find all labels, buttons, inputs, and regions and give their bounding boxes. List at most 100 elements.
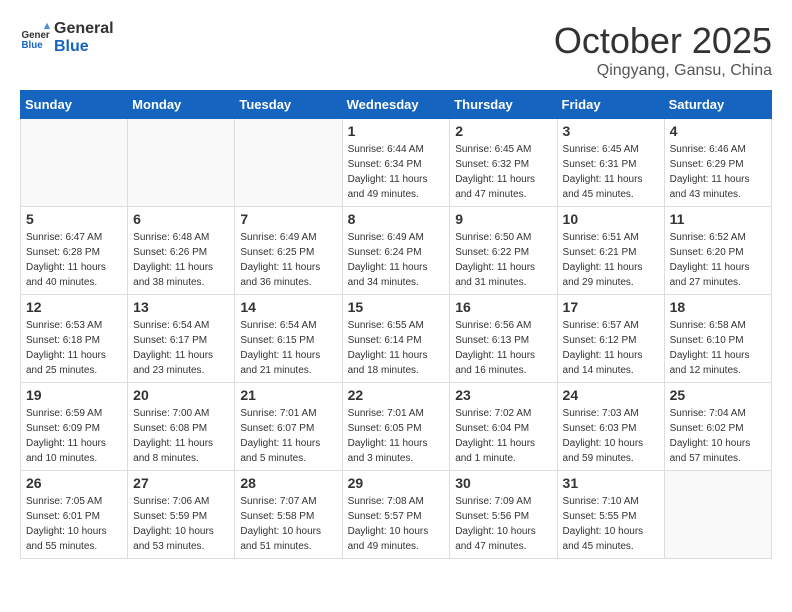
day-info: Sunrise: 7:05 AM Sunset: 6:01 PM Dayligh… — [26, 494, 122, 554]
page-header: General Blue General Blue October 2025 Q… — [20, 20, 772, 80]
calendar-cell: 17Sunrise: 6:57 AM Sunset: 6:12 PM Dayli… — [557, 295, 664, 383]
day-info: Sunrise: 6:57 AM Sunset: 6:12 PM Dayligh… — [563, 318, 659, 378]
day-number: 14 — [240, 299, 336, 315]
day-number: 3 — [563, 123, 659, 139]
calendar-cell: 11Sunrise: 6:52 AM Sunset: 6:20 PM Dayli… — [664, 207, 771, 295]
day-info: Sunrise: 7:02 AM Sunset: 6:04 PM Dayligh… — [455, 406, 551, 466]
day-info: Sunrise: 6:54 AM Sunset: 6:15 PM Dayligh… — [240, 318, 336, 378]
calendar-table: SundayMondayTuesdayWednesdayThursdayFrid… — [20, 90, 772, 559]
calendar-cell: 20Sunrise: 7:00 AM Sunset: 6:08 PM Dayli… — [128, 383, 235, 471]
day-number: 7 — [240, 211, 336, 227]
svg-text:Blue: Blue — [22, 39, 44, 50]
day-number: 27 — [133, 475, 229, 491]
day-info: Sunrise: 7:08 AM Sunset: 5:57 PM Dayligh… — [348, 494, 445, 554]
calendar-cell — [664, 471, 771, 559]
calendar-cell: 1 Sunrise: 6:44 AM Sunset: 6:34 PM Daylig… — [342, 119, 450, 207]
calendar-cell: 31Sunrise: 7:10 AM Sunset: 5:55 PM Dayli… — [557, 471, 664, 559]
day-info: Sunrise: 6:46 AM Sunset: 6:29 PM Dayligh… — [670, 142, 766, 202]
day-info: Sunrise: 7:09 AM Sunset: 5:56 PM Dayligh… — [455, 494, 551, 554]
col-header-thursday: Thursday — [450, 91, 557, 119]
week-row-2: 5 Sunrise: 6:47 AM Sunset: 6:28 PM Daylig… — [21, 207, 772, 295]
week-row-3: 12Sunrise: 6:53 AM Sunset: 6:18 PM Dayli… — [21, 295, 772, 383]
day-info: Sunrise: 6:59 AM Sunset: 6:09 PM Dayligh… — [26, 406, 122, 466]
calendar-cell: 15 Sunrise: 6:55 AM Sunset: 6:14 PM Dayli… — [342, 295, 450, 383]
day-number: 19 — [26, 387, 122, 403]
calendar-cell: 23 Sunrise: 7:02 AM Sunset: 6:04 PM Dayli… — [450, 383, 557, 471]
location: Qingyang, Gansu, China — [554, 62, 772, 80]
calendar-cell: 9 Sunrise: 6:50 AM Sunset: 6:22 PM Daylig… — [450, 207, 557, 295]
logo-line1: General — [54, 20, 114, 38]
calendar-cell: 21 Sunrise: 7:01 AM Sunset: 6:07 PM Dayli… — [235, 383, 342, 471]
day-number: 1 — [348, 123, 445, 139]
day-number: 16 — [455, 299, 551, 315]
col-header-saturday: Saturday — [664, 91, 771, 119]
week-row-4: 19 Sunrise: 6:59 AM Sunset: 6:09 PM Dayli… — [21, 383, 772, 471]
day-number: 28 — [240, 475, 336, 491]
day-number: 5 — [26, 211, 122, 227]
day-info: Sunrise: 6:51 AM Sunset: 6:21 PM Dayligh… — [563, 230, 659, 290]
day-info: Sunrise: 6:50 AM Sunset: 6:22 PM Dayligh… — [455, 230, 551, 290]
calendar-cell: 29 Sunrise: 7:08 AM Sunset: 5:57 PM Dayli… — [342, 471, 450, 559]
day-info: Sunrise: 6:47 AM Sunset: 6:28 PM Dayligh… — [26, 230, 122, 290]
day-info: Sunrise: 6:45 AM Sunset: 6:32 PM Dayligh… — [455, 142, 551, 202]
calendar-cell: 27Sunrise: 7:06 AM Sunset: 5:59 PM Dayli… — [128, 471, 235, 559]
title-block: October 2025 Qingyang, Gansu, China — [554, 20, 772, 80]
day-info: Sunrise: 6:58 AM Sunset: 6:10 PM Dayligh… — [670, 318, 766, 378]
day-info: Sunrise: 6:56 AM Sunset: 6:13 PM Dayligh… — [455, 318, 551, 378]
day-info: Sunrise: 6:45 AM Sunset: 6:31 PM Dayligh… — [563, 142, 659, 202]
calendar-cell: 19 Sunrise: 6:59 AM Sunset: 6:09 PM Dayli… — [21, 383, 128, 471]
day-info: Sunrise: 7:01 AM Sunset: 6:07 PM Dayligh… — [240, 406, 336, 466]
logo: General Blue General Blue — [20, 20, 114, 55]
day-info: Sunrise: 6:55 AM Sunset: 6:14 PM Dayligh… — [348, 318, 445, 378]
calendar-cell: 28 Sunrise: 7:07 AM Sunset: 5:58 PM Dayli… — [235, 471, 342, 559]
calendar-cell: 30Sunrise: 7:09 AM Sunset: 5:56 PM Dayli… — [450, 471, 557, 559]
day-number: 22 — [348, 387, 445, 403]
calendar-cell: 18 Sunrise: 6:58 AM Sunset: 6:10 PM Dayli… — [664, 295, 771, 383]
calendar-cell: 25 Sunrise: 7:04 AM Sunset: 6:02 PM Dayli… — [664, 383, 771, 471]
day-number: 18 — [670, 299, 766, 315]
calendar-cell: 16 Sunrise: 6:56 AM Sunset: 6:13 PM Dayli… — [450, 295, 557, 383]
calendar-header-row: SundayMondayTuesdayWednesdayThursdayFrid… — [21, 91, 772, 119]
calendar-cell: 14 Sunrise: 6:54 AM Sunset: 6:15 PM Dayli… — [235, 295, 342, 383]
day-number: 4 — [670, 123, 766, 139]
day-info: Sunrise: 7:00 AM Sunset: 6:08 PM Dayligh… — [133, 406, 229, 466]
day-number: 9 — [455, 211, 551, 227]
day-info: Sunrise: 6:44 AM Sunset: 6:34 PM Dayligh… — [348, 142, 445, 202]
day-info: Sunrise: 7:04 AM Sunset: 6:02 PM Dayligh… — [670, 406, 766, 466]
day-number: 29 — [348, 475, 445, 491]
calendar-cell: 3 Sunrise: 6:45 AM Sunset: 6:31 PM Daylig… — [557, 119, 664, 207]
col-header-tuesday: Tuesday — [235, 91, 342, 119]
week-row-1: 1 Sunrise: 6:44 AM Sunset: 6:34 PM Daylig… — [21, 119, 772, 207]
day-number: 10 — [563, 211, 659, 227]
calendar-cell — [128, 119, 235, 207]
calendar-cell: 24Sunrise: 7:03 AM Sunset: 6:03 PM Dayli… — [557, 383, 664, 471]
day-number: 13 — [133, 299, 229, 315]
calendar-cell — [21, 119, 128, 207]
calendar-cell: 13 Sunrise: 6:54 AM Sunset: 6:17 PM Dayli… — [128, 295, 235, 383]
day-info: Sunrise: 7:03 AM Sunset: 6:03 PM Dayligh… — [563, 406, 659, 466]
day-number: 8 — [348, 211, 445, 227]
col-header-friday: Friday — [557, 91, 664, 119]
day-number: 11 — [670, 211, 766, 227]
day-info: Sunrise: 6:54 AM Sunset: 6:17 PM Dayligh… — [133, 318, 229, 378]
calendar-cell: 22 Sunrise: 7:01 AM Sunset: 6:05 PM Dayli… — [342, 383, 450, 471]
month-title: October 2025 — [554, 20, 772, 62]
logo-line2: Blue — [54, 38, 114, 56]
calendar-cell: 10 Sunrise: 6:51 AM Sunset: 6:21 PM Dayli… — [557, 207, 664, 295]
calendar-cell: 26Sunrise: 7:05 AM Sunset: 6:01 PM Dayli… — [21, 471, 128, 559]
day-number: 23 — [455, 387, 551, 403]
day-info: Sunrise: 6:48 AM Sunset: 6:26 PM Dayligh… — [133, 230, 229, 290]
day-number: 12 — [26, 299, 122, 315]
calendar-cell: 12Sunrise: 6:53 AM Sunset: 6:18 PM Dayli… — [21, 295, 128, 383]
calendar-cell — [235, 119, 342, 207]
day-number: 15 — [348, 299, 445, 315]
day-number: 25 — [670, 387, 766, 403]
col-header-wednesday: Wednesday — [342, 91, 450, 119]
day-number: 21 — [240, 387, 336, 403]
calendar-cell: 7Sunrise: 6:49 AM Sunset: 6:25 PM Daylig… — [235, 207, 342, 295]
day-number: 2 — [455, 123, 551, 139]
day-number: 31 — [563, 475, 659, 491]
day-info: Sunrise: 7:01 AM Sunset: 6:05 PM Dayligh… — [348, 406, 445, 466]
day-info: Sunrise: 7:07 AM Sunset: 5:58 PM Dayligh… — [240, 494, 336, 554]
calendar-cell: 4 Sunrise: 6:46 AM Sunset: 6:29 PM Daylig… — [664, 119, 771, 207]
